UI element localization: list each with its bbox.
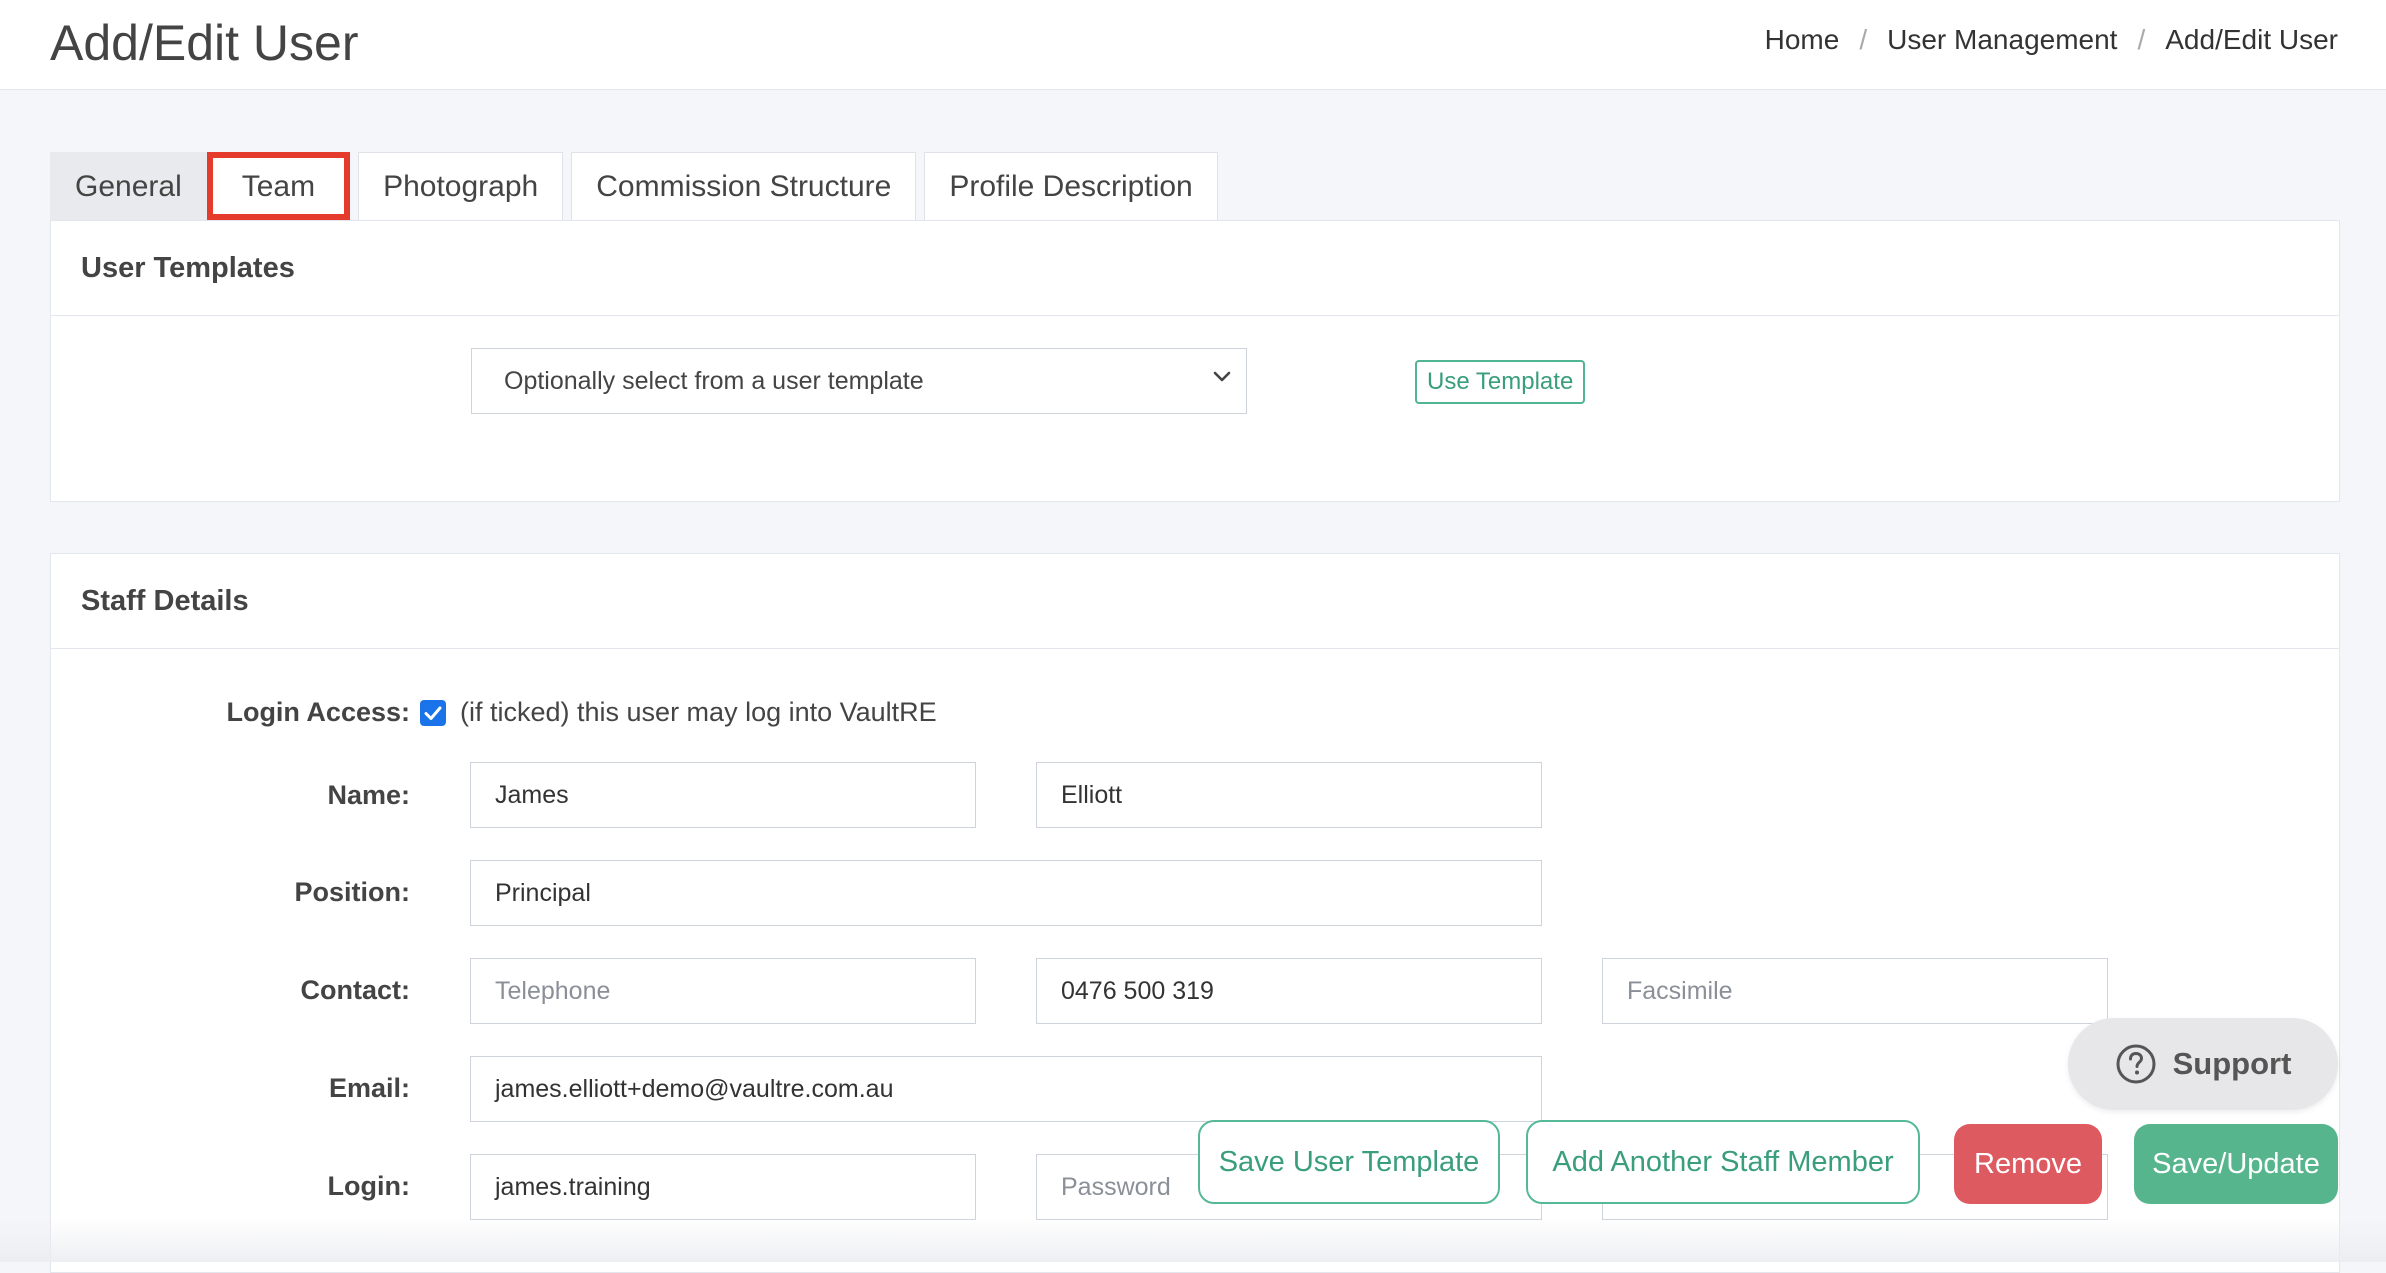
breadcrumb: Home / User Management / Add/Edit User (1765, 24, 2338, 56)
save-update-button[interactable]: Save/Update (2134, 1124, 2338, 1204)
last-name-input[interactable]: Elliott (1036, 762, 1542, 828)
use-template-button[interactable]: Use Template (1415, 360, 1586, 404)
user-templates-panel: User Templates Optionally select from a … (50, 220, 2340, 502)
staff-details-title: Staff Details (51, 554, 2339, 649)
telephone-input[interactable]: Telephone (470, 958, 976, 1024)
tab-photograph[interactable]: Photograph (358, 152, 564, 220)
breadcrumb-current: Add/Edit User (2165, 24, 2338, 55)
position-label: Position: (294, 877, 411, 907)
bottom-fade (0, 1218, 2386, 1262)
checkmark-icon (424, 706, 442, 720)
breadcrumb-user-management[interactable]: User Management (1887, 24, 2117, 56)
chevron-down-icon (1213, 371, 1231, 382)
support-button[interactable]: Support (2068, 1018, 2338, 1110)
breadcrumb-home[interactable]: Home (1765, 24, 1840, 56)
user-templates-title: User Templates (51, 221, 2339, 316)
facsimile-input[interactable]: Facsimile (1602, 958, 2108, 1024)
login-access-checkbox[interactable] (420, 700, 446, 726)
remove-button[interactable]: Remove (1954, 1124, 2102, 1204)
tab-bar: General Team Photograph Commission Struc… (50, 152, 1226, 220)
login-label: Login: (327, 1171, 410, 1201)
login-access-label: Login Access: (226, 697, 410, 727)
email-input[interactable]: james.elliott+demo@vaultre.com.au (470, 1056, 1542, 1122)
top-bar: Add/Edit User Home / User Management / A… (0, 0, 2386, 90)
tab-commission-structure[interactable]: Commission Structure (571, 152, 917, 220)
support-label: Support (2172, 1046, 2292, 1081)
tab-team[interactable]: Team (206, 152, 351, 220)
user-template-select-value: Optionally select from a user template (504, 366, 924, 395)
tab-general[interactable]: General (50, 152, 207, 220)
name-label: Name: (327, 780, 410, 810)
add-another-staff-button[interactable]: Add Another Staff Member (1526, 1120, 1920, 1204)
save-user-template-button[interactable]: Save User Template (1198, 1120, 1500, 1204)
login-access-text: (if ticked) this user may log into Vault… (460, 697, 937, 727)
user-template-select[interactable]: Optionally select from a user template (471, 348, 1247, 414)
login-input[interactable]: james.training (470, 1154, 976, 1220)
mobile-input[interactable]: 0476 500 319 (1036, 958, 1542, 1024)
help-circle-icon (2116, 1044, 2156, 1084)
first-name-input[interactable]: James (470, 762, 976, 828)
position-input[interactable]: Principal (470, 860, 1542, 926)
email-label: Email: (328, 1073, 410, 1103)
page-title: Add/Edit User (50, 15, 359, 71)
contact-label: Contact: (300, 975, 411, 1005)
breadcrumb-separator: / (1859, 24, 1868, 55)
tab-profile-description[interactable]: Profile Description (924, 152, 1218, 220)
breadcrumb-separator: / (2137, 24, 2146, 55)
